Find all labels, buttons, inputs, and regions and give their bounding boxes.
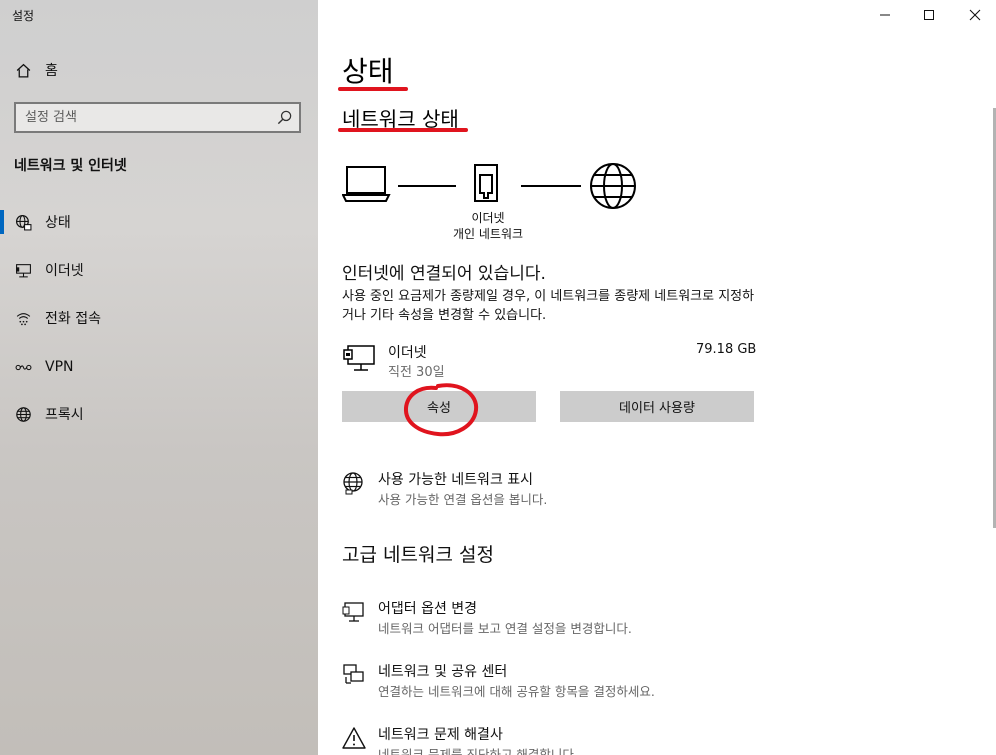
home-label: 홈 — [45, 63, 58, 79]
sharing-center-icon — [343, 664, 364, 684]
search-box[interactable] — [14, 102, 301, 133]
network-label: 개인 네트워크 — [452, 227, 524, 241]
sidebar-item-label: 상태 — [45, 215, 71, 231]
sidebar-item-label: VPN — [45, 359, 74, 375]
maximize-icon — [924, 10, 934, 20]
adapter-options-title: 어댑터 옵션 변경 — [378, 601, 478, 617]
internet-globe-icon — [590, 163, 636, 209]
connection-name: 이더넷 — [388, 345, 427, 361]
monitor-icon — [342, 602, 364, 622]
available-networks-icon — [343, 472, 363, 495]
troubleshooter-title: 네트워크 문제 해결사 — [378, 727, 503, 743]
minimize-icon — [880, 14, 890, 16]
adapter-options-desc: 네트워크 어댑터를 보고 연결 설정을 변경합니다. — [378, 621, 632, 636]
laptop-icon — [342, 166, 391, 202]
main-content: 상태 네트워크 상태 이더넷 개인 네트워크 인터넷에 연결되어 있습니다. 사… — [318, 0, 996, 755]
show-networks-title: 사용 가능한 네트워크 표시 — [378, 472, 534, 488]
search-input[interactable] — [16, 104, 271, 131]
annotation-circle — [403, 383, 479, 437]
annotation-underline — [338, 128, 468, 132]
data-usage-button[interactable]: 데이터 사용량 — [560, 391, 754, 422]
sidebar-item-label: 프록시 — [45, 407, 84, 423]
sidebar-item-ethernet[interactable]: 이더넷 — [14, 258, 84, 282]
connection-line — [398, 185, 456, 187]
maximize-button[interactable] — [906, 0, 952, 30]
adapter-label: 이더넷 — [471, 211, 505, 225]
dialup-icon — [14, 309, 32, 327]
warning-icon — [342, 727, 366, 749]
status-description: 사용 중인 요금제가 종량제일 경우, 이 네트워크를 종량제 네트워크로 지정… — [342, 289, 755, 323]
home-icon — [14, 61, 32, 79]
globe-status-icon — [14, 213, 32, 231]
active-indicator — [0, 210, 4, 234]
search-icon[interactable] — [276, 109, 293, 126]
advanced-heading: 고급 네트워크 설정 — [342, 544, 494, 566]
home-nav[interactable]: 홈 — [14, 58, 58, 82]
status-heading: 인터넷에 연결되어 있습니다. — [342, 264, 546, 284]
connection-line — [521, 185, 581, 187]
sidebar-item-dialup[interactable]: 전화 접속 — [14, 306, 101, 330]
app-title: 설정 — [12, 9, 35, 23]
show-networks-desc: 사용 가능한 연결 옵션을 봅니다. — [378, 492, 548, 507]
diagram-label: 이더넷 개인 네트워크 — [438, 210, 538, 242]
connection-period: 직전 30일 — [388, 365, 445, 380]
sidebar: 설정 홈 네트워크 및 인터넷 상태 이더넷 전화 접속 — [0, 0, 318, 755]
annotation-underline — [338, 87, 408, 91]
sharing-center-desc: 연결하는 네트워크에 대해 공유할 항목을 결정하세요. — [378, 684, 655, 699]
page-title: 상태 — [342, 55, 394, 88]
ethernet-port-icon — [474, 164, 498, 202]
sidebar-item-proxy[interactable]: 프록시 — [14, 402, 84, 426]
ethernet-icon — [14, 261, 32, 279]
close-button[interactable] — [952, 0, 996, 30]
sidebar-item-label: 이더넷 — [45, 263, 84, 279]
minimize-button[interactable] — [862, 0, 908, 30]
connection-usage: 79.18 GB — [696, 342, 757, 357]
sidebar-item-vpn[interactable]: VPN — [14, 355, 74, 379]
sharing-center-title: 네트워크 및 공유 센터 — [378, 664, 508, 680]
section-title: 네트워크 및 인터넷 — [14, 158, 127, 174]
sidebar-item-status[interactable]: 상태 — [14, 210, 71, 234]
ethernet-connection-icon — [343, 345, 375, 371]
vpn-icon — [14, 358, 32, 376]
sidebar-item-label: 전화 접속 — [45, 311, 101, 327]
globe-icon — [14, 405, 32, 423]
troubleshooter-desc: 네트워크 문제를 진단하고 해결합니다. — [378, 747, 578, 755]
close-icon — [969, 9, 981, 21]
